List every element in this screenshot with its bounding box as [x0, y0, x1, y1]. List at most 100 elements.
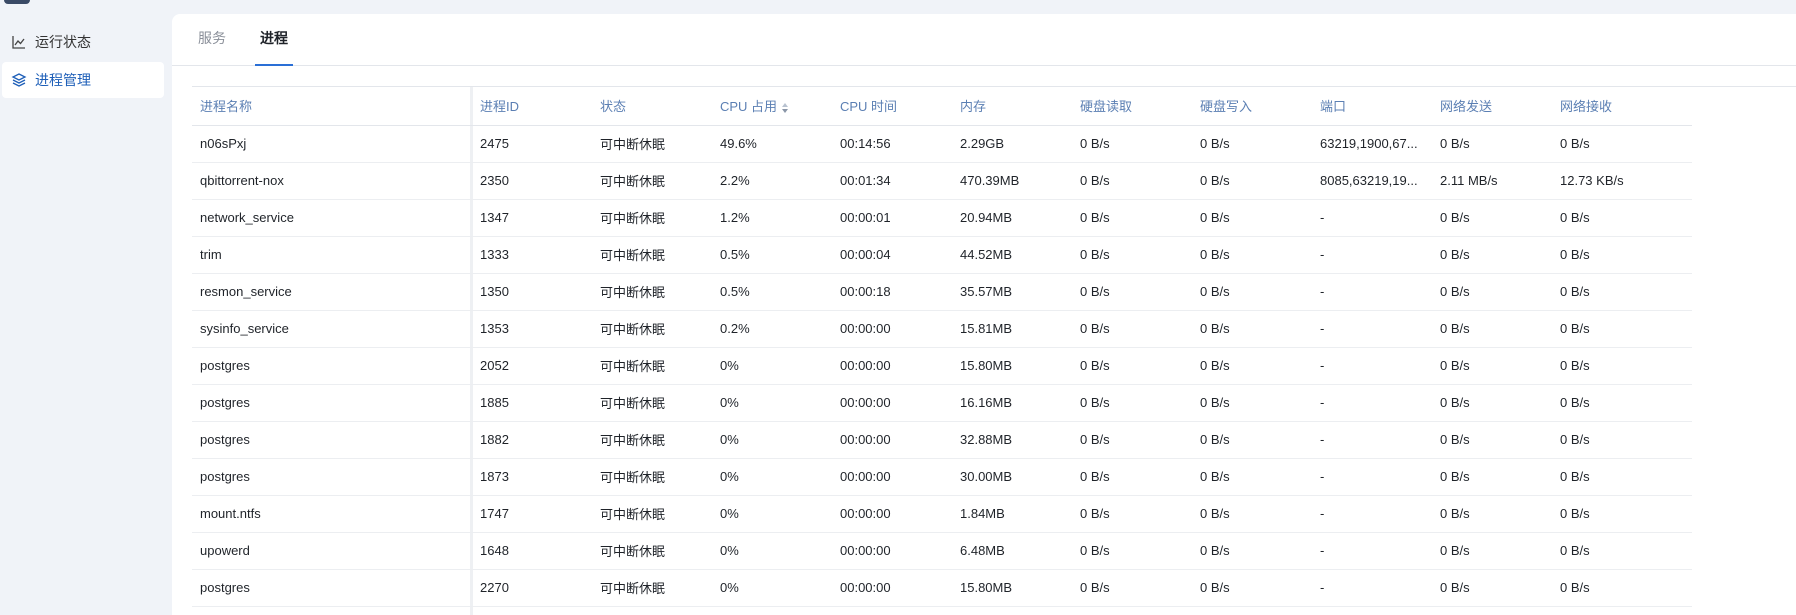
- cell-pid: 1873: [472, 458, 592, 496]
- cell-ports: -: [1312, 199, 1432, 237]
- sidebar-item-status[interactable]: 运行状态: [2, 24, 164, 60]
- cell-disk-write: 0 B/s: [1192, 347, 1312, 385]
- cell-cpu-time: 00:00:01: [832, 199, 952, 237]
- table-row[interactable]: postgres 2052 可中断休眠 0% 00:00:00 15.80MB 0 B/s 0…: [192, 347, 1692, 385]
- cell-disk-read: 0 B/s: [1072, 347, 1192, 385]
- column-header-cpu-time[interactable]: CPU 时间: [832, 87, 952, 126]
- cell-memory: 470.39MB: [952, 162, 1072, 200]
- cell-net-send: 0 B/s: [1432, 199, 1552, 237]
- column-header-disk-write[interactable]: 硬盘写入: [1192, 87, 1312, 126]
- cell-pid: 1353: [472, 310, 592, 348]
- cell-net-send: 0 B/s: [1432, 347, 1552, 385]
- column-header-cpu-usage[interactable]: CPU 占用: [712, 87, 832, 126]
- cell-cpu-usage: 0.5%: [712, 273, 832, 311]
- cell-net-recv: 0 B/s: [1552, 421, 1692, 459]
- table-row[interactable]: resmon_service 1350 可中断休眠 0.5% 00:00:18 35.57…: [192, 273, 1692, 311]
- cell-net-recv: 0 B/s: [1552, 199, 1692, 237]
- cell-state: 可中断休眠: [592, 236, 712, 274]
- cell-ports: -: [1312, 347, 1432, 385]
- cell-memory: 15.81MB: [952, 310, 1072, 348]
- cell-process-name: postgres: [192, 569, 472, 607]
- sort-icon[interactable]: [781, 102, 789, 114]
- table-row[interactable]: mount.ntfs 1747 可中断休眠 0% 00:00:00 1.84MB 0 B/s…: [192, 495, 1692, 533]
- cell-pid: 1350: [472, 273, 592, 311]
- cell-memory: 15.80MB: [952, 569, 1072, 607]
- cell-process-name: mount.ntfs: [192, 495, 472, 533]
- sidebar-item-label: 运行状态: [35, 34, 91, 50]
- cell-pid: 2350: [472, 162, 592, 200]
- cell-process-name: postgres: [192, 421, 472, 459]
- cell-cpu-usage: 1.2%: [712, 199, 832, 237]
- table-row[interactable]: postgres 1882 可中断休眠 0% 00:00:00 32.88MB 0 B/s 0…: [192, 421, 1692, 459]
- table-row[interactable]: trim 1333 可中断休眠 0.5% 00:00:04 44.52MB 0 B/s 0 B…: [192, 236, 1692, 274]
- table-row[interactable]: sysinfo_service 1353 可中断休眠 0.2% 00:00:00 15.8…: [192, 310, 1692, 348]
- tab-processes[interactable]: 进程: [255, 13, 293, 66]
- table-row[interactable]: qbittorrent-nox 2350 可中断休眠 2.2% 00:01:34 470.…: [192, 162, 1692, 200]
- cell-disk-read: 0 B/s: [1072, 310, 1192, 348]
- cell-pid: 2475: [472, 125, 592, 163]
- cell-ports: -: [1312, 495, 1432, 533]
- sidebar: 运行状态 进程管理: [0, 24, 166, 100]
- cell-state: 可中断休眠: [592, 458, 712, 496]
- cell-state: 可中断休眠: [592, 495, 712, 533]
- cell-disk-write: 0 B/s: [1192, 236, 1312, 274]
- cell-net-send: 0 B/s: [1432, 458, 1552, 496]
- column-header-ports[interactable]: 端口: [1312, 87, 1432, 126]
- cell-net-send: 2.11 MB/s: [1432, 162, 1552, 200]
- table-row[interactable]: postgres 2270 可中断休眠 0% 00:00:00 15.80MB 0 B/s 0…: [192, 569, 1692, 607]
- column-header-state[interactable]: 状态: [592, 87, 712, 126]
- cell-ports: -: [1312, 384, 1432, 422]
- cell-cpu-time: 00:00:00: [832, 569, 952, 607]
- cell-state: 可中断休眠: [592, 162, 712, 200]
- cell-disk-write: 0 B/s: [1192, 569, 1312, 607]
- cell-net-send: 0 B/s: [1432, 273, 1552, 311]
- cell-pid: 1333: [472, 236, 592, 274]
- cell-state: 可中断休眠: [592, 532, 712, 570]
- cell-memory: 2.29GB: [952, 125, 1072, 163]
- column-header-memory[interactable]: 内存: [952, 87, 1072, 126]
- cell-ports: -: [1312, 458, 1432, 496]
- cell-disk-read: 0 B/s: [1072, 569, 1192, 607]
- cell-net-recv: 0 B/s: [1552, 273, 1692, 311]
- cell-disk-write: 0 B/s: [1192, 384, 1312, 422]
- cell-memory: 20.94MB: [952, 199, 1072, 237]
- cell-net-recv: 0 B/s: [1552, 458, 1692, 496]
- table-row[interactable]: network_service 1347 可中断休眠 1.2% 00:00:01 20.9…: [192, 199, 1692, 237]
- tab-services[interactable]: 服务: [196, 13, 228, 65]
- table-row[interactable]: upowerd 1648 可中断休眠 0% 00:00:00 6.48MB 0 B/s 0 B…: [192, 532, 1692, 570]
- cell-state: 可中断休眠: [592, 199, 712, 237]
- line-chart-icon: [11, 34, 27, 50]
- column-header-net-recv[interactable]: 网络接收: [1552, 87, 1692, 126]
- cell-memory: 44.52MB: [952, 236, 1072, 274]
- cell-memory: 15.80MB: [952, 347, 1072, 385]
- cell-net-recv: 0 B/s: [1552, 125, 1692, 163]
- cell-disk-write: 0 B/s: [1192, 532, 1312, 570]
- cell-memory: 32.88MB: [952, 421, 1072, 459]
- cell-ports: -: [1312, 421, 1432, 459]
- layers-icon: [11, 72, 27, 88]
- cell-net-send: 0 B/s: [1432, 236, 1552, 274]
- cell-net-recv: 0 B/s: [1552, 347, 1692, 385]
- cell-pid: 1747: [472, 495, 592, 533]
- table-row[interactable]: postgres 1873 可中断休眠 0% 00:00:00 30.00MB 0 B/s 0…: [192, 458, 1692, 496]
- table-row[interactable]: postgres 1885 可中断休眠 0% 00:00:00 16.16MB 0 B/s 0…: [192, 384, 1692, 422]
- cell-cpu-usage: 0%: [712, 495, 832, 533]
- cell-cpu-time: 00:00:04: [832, 236, 952, 274]
- column-header-pid[interactable]: 进程ID: [472, 87, 592, 126]
- cell-process-name: trim: [192, 236, 472, 274]
- cell-pid: 1347: [472, 199, 592, 237]
- cell-disk-write: 0 B/s: [1192, 273, 1312, 311]
- cell-process-name: postgres: [192, 347, 472, 385]
- column-header-net-send[interactable]: 网络发送: [1432, 87, 1552, 126]
- cell-state: 可中断休眠: [592, 125, 712, 163]
- cell-disk-write: 0 B/s: [1192, 199, 1312, 237]
- table-row[interactable]: n06sPxj 2475 可中断休眠 49.6% 00:14:56 2.29GB 0 B/s…: [192, 125, 1692, 163]
- column-header-disk-read[interactable]: 硬盘读取: [1072, 87, 1192, 126]
- cell-net-recv: 0 B/s: [1552, 532, 1692, 570]
- main-panel: 服务 进程 进程名称 进程ID 状态 CPU 占用 CPU 时间 内存 硬盘读取: [172, 14, 1796, 615]
- cell-net-send: 0 B/s: [1432, 495, 1552, 533]
- cell-disk-read: 0 B/s: [1072, 458, 1192, 496]
- column-header-name[interactable]: 进程名称: [192, 87, 472, 126]
- sidebar-item-process-management[interactable]: 进程管理: [2, 62, 164, 98]
- cell-cpu-time: 00:14:56: [832, 125, 952, 163]
